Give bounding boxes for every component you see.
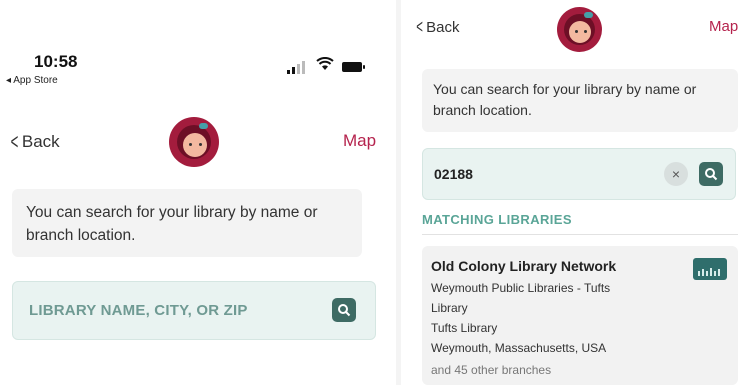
status-icons	[287, 57, 367, 75]
search-hint-text: You can search for your library by name …	[26, 204, 318, 245]
battery-icon	[342, 62, 365, 72]
back-button[interactable]: < Back	[8, 131, 60, 153]
wifi-icon	[316, 57, 334, 75]
branch-location: Weymouth, Massachusetts, USA	[431, 341, 607, 355]
clear-icon[interactable]: ×	[664, 162, 688, 186]
screen-divider	[396, 0, 401, 385]
search-icon	[705, 168, 718, 181]
app-store-back-link[interactable]: ◂ App Store	[6, 75, 58, 86]
search-placeholder: LIBRARY NAME, CITY, OR ZIP	[29, 302, 248, 319]
app-logo	[169, 117, 219, 167]
search-query: 02188	[434, 166, 473, 182]
search-hint-box: You can search for your library by name …	[12, 189, 362, 257]
chevron-left-icon: <	[10, 129, 19, 154]
map-link[interactable]: Map	[709, 18, 738, 35]
other-branches-count: and 45 other branches	[431, 363, 552, 377]
map-link[interactable]: Map	[343, 131, 376, 151]
search-hint-box: You can search for your library by name …	[422, 69, 738, 132]
back-label: Back	[21, 132, 60, 151]
search-button[interactable]	[699, 162, 723, 186]
search-hint-text: You can search for your library by name …	[433, 81, 697, 118]
right-screen: < Back Map You can search for your libra…	[402, 0, 738, 385]
search-icon	[338, 304, 351, 317]
left-screen: 10:58 ◂ App Store < Back Map You can sea…	[0, 0, 395, 385]
branch-name: Weymouth Public Libraries - Tufts	[431, 281, 611, 295]
back-label: Back	[426, 19, 460, 36]
library-name: Old Colony Library Network	[431, 258, 617, 274]
status-time: 10:58	[34, 52, 78, 71]
branch-name-cont: Library	[431, 301, 468, 315]
branch-library: Tufts Library	[431, 321, 498, 335]
library-search-field[interactable]: LIBRARY NAME, CITY, OR ZIP	[12, 281, 376, 340]
library-logo-icon	[693, 258, 727, 280]
chevron-left-icon: <	[416, 17, 423, 38]
library-search-field[interactable]: 02188 ×	[422, 148, 736, 200]
app-logo	[557, 7, 602, 52]
section-divider	[422, 234, 738, 235]
library-result-card[interactable]: Old Colony Library Network Weymouth Publ…	[422, 246, 738, 385]
search-button[interactable]	[332, 298, 356, 322]
back-button[interactable]: < Back	[414, 18, 459, 37]
section-heading: MATCHING LIBRARIES	[422, 212, 572, 227]
